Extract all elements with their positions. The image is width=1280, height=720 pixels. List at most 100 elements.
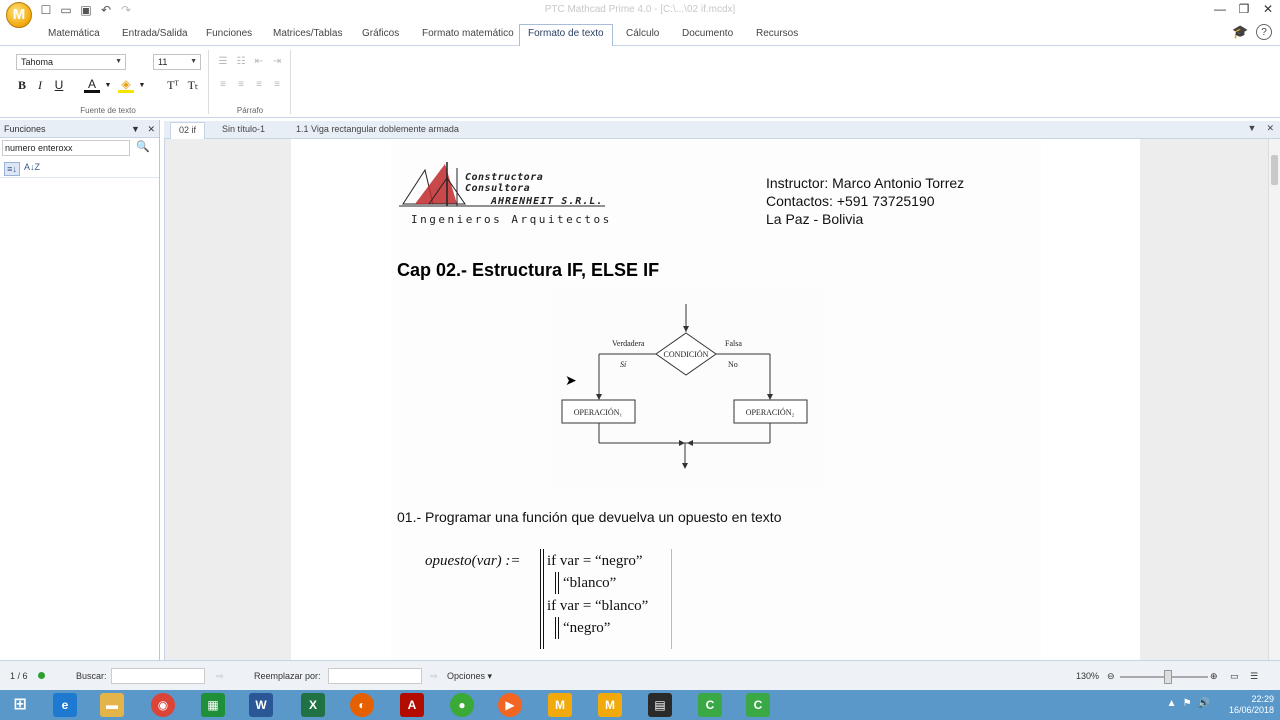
graduation-cap-icon[interactable]: 🎓 (1232, 24, 1248, 40)
chevron-down-icon[interactable]: ▼ (131, 124, 140, 134)
align-right-icon[interactable]: ≡ (251, 79, 267, 90)
speaker-icon[interactable]: 🔊 (1198, 698, 1210, 709)
c-app-2-icon[interactable]: C (746, 693, 770, 717)
close-icon[interactable]: ✕ (1266, 123, 1274, 133)
underline-button[interactable]: U (51, 78, 67, 92)
program-bar (540, 549, 544, 649)
maximize-button[interactable]: ❐ (1232, 0, 1256, 18)
zoom-slider-thumb[interactable] (1164, 670, 1172, 684)
group-label-font: Fuente de texto (80, 106, 136, 115)
mathcad-icon[interactable]: M (548, 693, 572, 717)
tab-matrices-tablas[interactable]: Matrices/Tablas (265, 26, 350, 46)
save-icon[interactable]: ▣ (78, 2, 94, 18)
zoom-out-icon[interactable]: ⊖ (1107, 671, 1115, 682)
internet-explorer-icon[interactable]: e (53, 693, 77, 717)
program-sub-bar (555, 617, 559, 639)
system-clock[interactable]: 22:29 16/06/2018 (1229, 694, 1274, 716)
firefox-icon[interactable]: ◐ (350, 693, 374, 717)
search-icon[interactable]: 🔍 (136, 140, 150, 153)
tab-recursos[interactable]: Recursos (748, 26, 806, 46)
new-file-icon[interactable]: ☐ (38, 2, 54, 18)
tab-entrada-salida[interactable]: Entrada/Salida (114, 26, 196, 46)
doc-tab-sin-titulo[interactable]: Sin título-1 (214, 124, 273, 134)
minimize-button[interactable]: — (1208, 0, 1232, 18)
open-folder-icon[interactable]: ▭ (58, 2, 74, 18)
file-explorer-icon[interactable]: ▬ (100, 693, 124, 717)
chevron-down-icon[interactable]: ▼ (1248, 123, 1257, 133)
tab-matematica[interactable]: Matemática (40, 26, 108, 46)
font-size-select[interactable]: 11 ▼ (153, 54, 201, 70)
zoom-in-icon[interactable]: ⊕ (1210, 671, 1218, 682)
chevron-down-icon[interactable]: ▼ (134, 82, 150, 89)
tab-graficos[interactable]: Gráficos (354, 26, 407, 46)
group-label-paragraph: Párrafo (236, 106, 264, 115)
sort-alpha-icon[interactable]: A↓Z (24, 162, 40, 172)
worksheet-area[interactable]: Constructora Consultora AHRENHEIT S.R.L.… (164, 139, 1269, 660)
acrobat-icon[interactable]: A (400, 693, 424, 717)
word-icon[interactable]: W (249, 693, 273, 717)
tab-formato-de-texto[interactable]: Formato de texto (519, 24, 613, 47)
find-label: Buscar: (76, 671, 107, 681)
tab-funciones[interactable]: Funciones (198, 26, 260, 46)
highlight-button[interactable]: ◈ (118, 78, 134, 93)
replace-input[interactable] (328, 668, 422, 684)
bold-button[interactable]: B (14, 78, 30, 93)
video-editor-icon[interactable]: ▤ (648, 693, 672, 717)
italic-button[interactable]: I (32, 78, 48, 93)
sort-category-icon[interactable]: ≡↓ (4, 162, 20, 176)
tray-up-arrow-icon[interactable]: ▲ (1167, 698, 1177, 709)
panel-header: Funciones ▼ ✕ (0, 120, 159, 138)
undo-icon[interactable]: ↶ (98, 2, 114, 18)
redo-icon[interactable]: ↷ (118, 2, 134, 18)
exercise-text[interactable]: 01.- Programar una función que devuelva … (397, 509, 781, 525)
close-button[interactable]: ✕ (1256, 0, 1280, 18)
draft-view-icon[interactable]: ☰ (1250, 671, 1258, 682)
tab-formato-matematico[interactable]: Formato matemático (414, 26, 522, 46)
window-controls: — ❐ ✕ (1208, 0, 1280, 18)
instructor-contacts: Contactos: +591 73725190 (766, 193, 935, 209)
align-left-icon[interactable]: ≡ (215, 79, 231, 90)
math-line-2: “blanco” (563, 575, 617, 591)
chevron-down-icon[interactable]: ▼ (100, 82, 116, 89)
globe-app-icon[interactable]: ● (450, 693, 474, 717)
align-center-icon[interactable]: ≡ (233, 79, 249, 90)
instructor-block[interactable]: Instructor: Marco Antonio Torrez Contact… (766, 174, 964, 228)
find-input[interactable] (111, 668, 205, 684)
chrome-icon[interactable]: ◉ (151, 693, 175, 717)
app-logo[interactable]: M (6, 2, 32, 28)
options-dropdown[interactable]: Opciones ▾ (447, 671, 492, 682)
title-bar: M ☐ ▭ ▣ ↶ ↷ PTC Mathcad Prime 4.0 - [C:\… (0, 0, 1280, 28)
increase-indent-icon[interactable]: ⇥ (269, 56, 285, 67)
replace-icon[interactable]: ⇨ (430, 671, 438, 682)
vertical-scrollbar[interactable] (1268, 139, 1280, 660)
page-view-icon[interactable]: ▭ (1230, 671, 1239, 682)
font-family-select[interactable]: Tahoma ▼ (16, 54, 126, 70)
align-justify-icon[interactable]: ≡ (269, 79, 285, 90)
mathcad-prime-icon[interactable]: M (598, 693, 622, 717)
program-sub-bar (555, 572, 559, 594)
tab-documento[interactable]: Documento (674, 26, 741, 46)
doc-tab-viga[interactable]: 1.1 Viga rectangular doblemente armada (288, 124, 467, 134)
green-app-icon[interactable]: ▦ (201, 693, 225, 717)
windows-start-icon[interactable]: ⊞ (8, 693, 32, 717)
decrease-indent-icon[interactable]: ⇤ (251, 56, 267, 67)
options-label: Opciones (447, 671, 486, 681)
tab-calculo[interactable]: Cálculo (618, 26, 667, 46)
excel-icon[interactable]: X (301, 693, 325, 717)
subscript-button[interactable]: Tₜ (185, 78, 201, 93)
chapter-title[interactable]: Cap 02.- Estructura IF, ELSE IF (397, 260, 659, 281)
numbered-list-icon[interactable]: ☷ (233, 56, 249, 67)
help-icon[interactable]: ? (1256, 24, 1272, 40)
scrollbar-thumb[interactable] (1271, 155, 1278, 185)
find-next-icon[interactable]: ⇨ (216, 671, 224, 682)
doc-tab-02-if[interactable]: 02 if (170, 122, 206, 139)
media-player-icon[interactable]: ▶ (498, 693, 522, 717)
c-app-icon[interactable]: C (698, 693, 722, 717)
flowchart-image[interactable]: CONDICIÓN Verdadera Falsa Sí No OPERACIÓ… (551, 286, 823, 488)
network-icon[interactable]: ⚑ (1183, 698, 1192, 709)
bullet-list-icon[interactable]: ☰ (215, 56, 231, 67)
font-color-button[interactable]: A (84, 78, 100, 93)
close-icon[interactable]: ✕ (147, 124, 155, 134)
superscript-button[interactable]: Tᵀ (165, 78, 181, 93)
function-search-input[interactable]: numero enteroxx (2, 140, 130, 156)
